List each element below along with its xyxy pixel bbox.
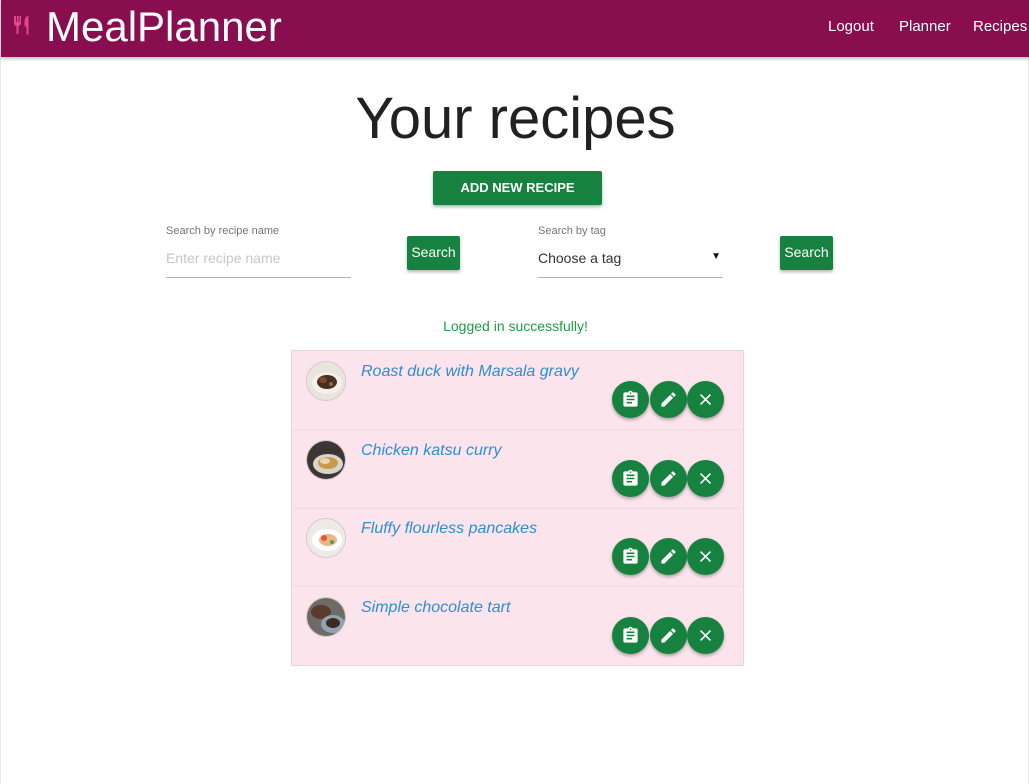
- recipe-row: Fluffy flourless pancakes: [292, 508, 743, 587]
- recipe-row: Chicken katsu curry: [292, 430, 743, 509]
- recipe-name-placeholder: Enter recipe name: [166, 250, 281, 266]
- close-icon: [699, 393, 712, 406]
- view-recipe-button[interactable]: [612, 381, 649, 418]
- edit-recipe-button[interactable]: [650, 538, 687, 575]
- search-tag-label: Search by tag: [538, 225, 606, 237]
- search-name-label: Search by recipe name: [166, 225, 280, 237]
- recipe-thumbnail: [306, 518, 346, 558]
- recipe-name-link[interactable]: Chicken katsu curry: [361, 441, 502, 461]
- recipe-name-link[interactable]: Roast duck with Marsala gravy: [361, 362, 579, 382]
- pencil-icon: [661, 471, 676, 486]
- delete-recipe-button[interactable]: [687, 617, 724, 654]
- pencil-icon: [661, 549, 676, 564]
- delete-recipe-button[interactable]: [687, 538, 724, 575]
- recipe-thumbnail: [306, 361, 346, 401]
- close-icon: [699, 629, 712, 642]
- pencil-icon: [661, 392, 676, 407]
- edit-recipe-button[interactable]: [650, 617, 687, 654]
- view-recipe-button[interactable]: [612, 460, 649, 497]
- search-tag-button[interactable]: Search: [780, 236, 833, 270]
- clipboard-icon: [623, 626, 638, 643]
- view-recipe-button[interactable]: [612, 538, 649, 575]
- view-recipe-button[interactable]: [612, 617, 649, 654]
- recipe-name-link[interactable]: Fluffy flourless pancakes: [361, 519, 537, 539]
- recipe-row: Roast duck with Marsala gravy: [292, 351, 743, 430]
- page-title: Your recipes: [355, 86, 676, 151]
- tag-select[interactable]: Choose a tag ▼: [538, 246, 723, 278]
- clipboard-icon: [623, 469, 638, 486]
- nav-logout[interactable]: Logout: [828, 18, 874, 36]
- cutlery-icon: [14, 16, 29, 35]
- navbar: MealPlanner Logout Planner Recipes: [1, 0, 1029, 57]
- close-icon: [699, 550, 712, 563]
- edit-recipe-button[interactable]: [650, 381, 687, 418]
- clipboard-icon: [623, 547, 638, 564]
- app-title[interactable]: MealPlanner: [46, 2, 282, 52]
- close-icon: [699, 472, 712, 485]
- recipe-row: Simple chocolate tart: [292, 587, 743, 666]
- page: MealPlanner Logout Planner Recipes Your …: [0, 0, 1029, 784]
- recipe-thumbnail: [306, 597, 346, 637]
- status-message: Logged in successfully!: [443, 318, 588, 334]
- clipboard-icon: [623, 390, 638, 407]
- tag-select-value: Choose a tag: [538, 250, 622, 266]
- search-name-button[interactable]: Search: [407, 236, 460, 270]
- pencil-icon: [661, 628, 676, 643]
- recipe-thumbnail: [306, 440, 346, 480]
- edit-recipe-button[interactable]: [650, 460, 687, 497]
- delete-recipe-button[interactable]: [687, 381, 724, 418]
- delete-recipe-button[interactable]: [687, 460, 724, 497]
- recipe-list: Roast duck with Marsala gravy Chicken ka…: [291, 350, 744, 666]
- recipe-name-link[interactable]: Simple chocolate tart: [361, 598, 510, 618]
- nav-planner[interactable]: Planner: [899, 18, 951, 36]
- dropdown-caret-icon: ▼: [711, 251, 721, 262]
- nav-recipes[interactable]: Recipes: [973, 18, 1027, 36]
- recipe-name-input[interactable]: Enter recipe name: [166, 246, 351, 278]
- add-recipe-button[interactable]: ADD NEW RECIPE: [433, 171, 602, 205]
